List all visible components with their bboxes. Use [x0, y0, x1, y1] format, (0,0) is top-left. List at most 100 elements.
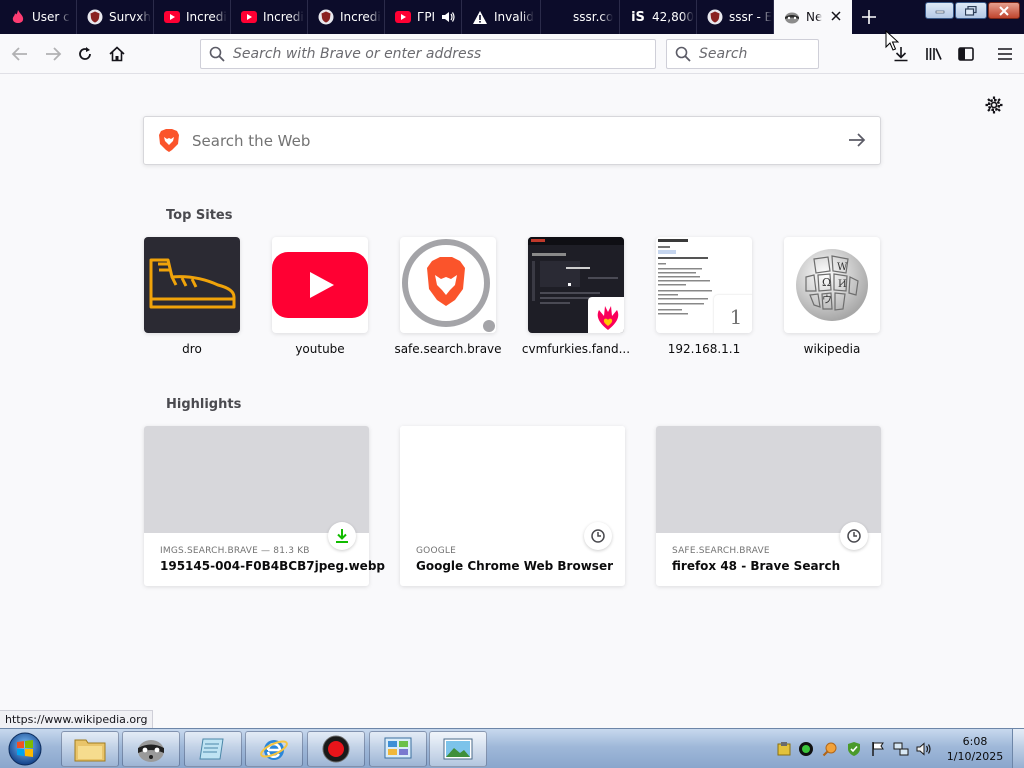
tab-4[interactable]: Incredi: [231, 0, 308, 34]
address-bar-placeholder: Search with Brave or enter address: [233, 46, 482, 62]
top-site-label: 192.168.1.1: [667, 342, 741, 356]
control-panel-icon: [384, 737, 412, 759]
tab-3[interactable]: Incredi: [154, 0, 231, 34]
internet-explorer-icon: [260, 740, 288, 760]
top-site-label: safe.search.brave: [394, 342, 502, 356]
network-icon[interactable]: [893, 741, 909, 757]
top-site-dro[interactable]: dro: [144, 237, 240, 356]
youtube-icon: [164, 9, 180, 25]
youtube-logo-icon: [272, 237, 368, 333]
clock-date: 1/10/2025: [946, 750, 1004, 763]
brave-shield-icon: [318, 9, 334, 25]
reload-button[interactable]: [71, 40, 99, 68]
highlight-preview: [144, 426, 369, 533]
tab-title: Invalid: [494, 10, 534, 24]
tab-9[interactable]: iS 42,800: [620, 0, 697, 34]
tray-status-icon[interactable]: [798, 741, 814, 757]
taskbar-app-3[interactable]: [184, 731, 242, 767]
tinder-flame-icon: [10, 9, 26, 25]
tab-5[interactable]: Incredi: [308, 0, 385, 34]
highlight-title: 195145-004-F0B4BCB7jpeg.webp: [160, 559, 385, 573]
tab-8[interactable]: sssr.co: [541, 0, 620, 34]
forward-button[interactable]: [39, 40, 67, 68]
is-icon: iS: [631, 9, 645, 25]
highlight-source: IMGS.SEARCH.BRAVE — 81.3 KB: [160, 546, 310, 556]
arrow-right-icon[interactable]: [848, 131, 866, 153]
minimize-button[interactable]: [925, 2, 954, 19]
action-center-flag-icon[interactable]: [870, 741, 886, 757]
brave-shield-icon: [87, 9, 103, 25]
back-button[interactable]: [6, 40, 34, 68]
taskbar-photo-viewer[interactable]: [429, 731, 487, 767]
tab-title: Ne: [806, 10, 823, 24]
close-tab-icon[interactable]: [828, 8, 844, 24]
folder-icon: [74, 739, 106, 762]
search-icon: [209, 46, 225, 62]
tab-1[interactable]: User c: [0, 0, 77, 34]
tab-title: User c: [32, 10, 70, 24]
tab-strip: User c Survxh Incredi Incredi Incredi ГР…: [0, 0, 1024, 34]
top-site-safe-search-brave[interactable]: safe.search.brave: [394, 237, 502, 356]
search-bar-placeholder: Search: [699, 46, 748, 62]
menu-button[interactable]: [991, 40, 1019, 68]
top-site-youtube[interactable]: youtube: [272, 237, 368, 356]
page-thumbnail: 1: [656, 237, 752, 333]
system-clock[interactable]: 6:08 1/10/2025: [940, 734, 1010, 764]
sidebar-button[interactable]: [952, 40, 980, 68]
highlights-heading: Highlights: [166, 397, 242, 412]
home-button[interactable]: [103, 40, 131, 68]
highlight-card[interactable]: SAFE.SEARCH.BRAVE firefox 48 - Brave Sea…: [656, 426, 881, 586]
speaker-icon[interactable]: [441, 11, 455, 23]
top-sites-heading: Top Sites: [166, 208, 233, 223]
record-icon: [322, 735, 350, 763]
tab-7[interactable]: Invalid: [462, 0, 541, 34]
highlight-source: SAFE.SEARCH.BRAVE: [672, 546, 770, 556]
volume-icon[interactable]: [916, 741, 932, 757]
taskbar-internet-explorer[interactable]: [245, 731, 303, 767]
tab-10[interactable]: sssr - E: [697, 0, 774, 34]
tray-app-icon[interactable]: [776, 741, 792, 757]
gear-icon[interactable]: [984, 95, 1004, 115]
brave-lion-icon: [400, 237, 496, 333]
show-desktop-button[interactable]: [1012, 729, 1024, 768]
taskbar-explorer[interactable]: [61, 731, 119, 767]
site-badge: 1: [714, 295, 752, 333]
tab-title: Incredi: [263, 10, 304, 24]
highlight-title: Google Chrome Web Browser: [416, 559, 613, 573]
highlight-card[interactable]: IMGS.SEARCH.BRAVE — 81.3 KB 195145-004-F…: [144, 426, 385, 586]
taskbar-raccoon-app[interactable]: [122, 731, 180, 767]
security-shield-icon[interactable]: [846, 741, 862, 757]
tab-2[interactable]: Survxh: [77, 0, 154, 34]
navigation-toolbar: Search with Brave or enter address Searc…: [0, 34, 1024, 74]
svg-text:Ω: Ω: [822, 276, 831, 289]
wikipedia-globe-icon: Ω W И ウ: [784, 237, 880, 333]
top-site-wikipedia[interactable]: Ω W И ウ wikipedia: [784, 237, 880, 356]
restore-button[interactable]: [955, 2, 987, 19]
tab-active[interactable]: Ne: [774, 0, 852, 34]
search-icon: [675, 46, 691, 62]
highlight-preview: [656, 426, 881, 533]
top-site-cvmfurkies[interactable]: cvmfurkies.fand...: [522, 237, 630, 356]
download-icon: [328, 522, 356, 550]
new-tab-button[interactable]: [852, 0, 886, 34]
top-site-label: youtube: [295, 342, 345, 356]
top-site-192-168-1-1[interactable]: 1 192.168.1.1: [656, 237, 752, 356]
tab-6[interactable]: ГРІ: [385, 0, 462, 34]
notepad-icon: [199, 738, 224, 760]
taskbar-recorder[interactable]: [307, 731, 365, 767]
start-button[interactable]: [4, 731, 46, 767]
tab-title: sssr - E: [729, 10, 773, 24]
web-search-box[interactable]: Search the Web: [143, 116, 881, 165]
library-button[interactable]: [920, 40, 948, 68]
svg-text:И: И: [838, 279, 847, 290]
raccoon-icon: [784, 9, 800, 25]
address-bar[interactable]: Search with Brave or enter address: [200, 39, 656, 69]
highlight-card[interactable]: GOOGLE Google Chrome Web Browser: [400, 426, 625, 586]
tab-title: Incredi: [186, 10, 227, 24]
taskbar-control-panel[interactable]: [369, 731, 427, 767]
tab-title: 42,800: [652, 10, 694, 24]
tray-magnifier-icon[interactable]: [822, 741, 838, 757]
search-bar[interactable]: Search: [666, 39, 819, 69]
close-window-button[interactable]: [988, 2, 1020, 19]
image-viewer-icon: [443, 738, 473, 760]
